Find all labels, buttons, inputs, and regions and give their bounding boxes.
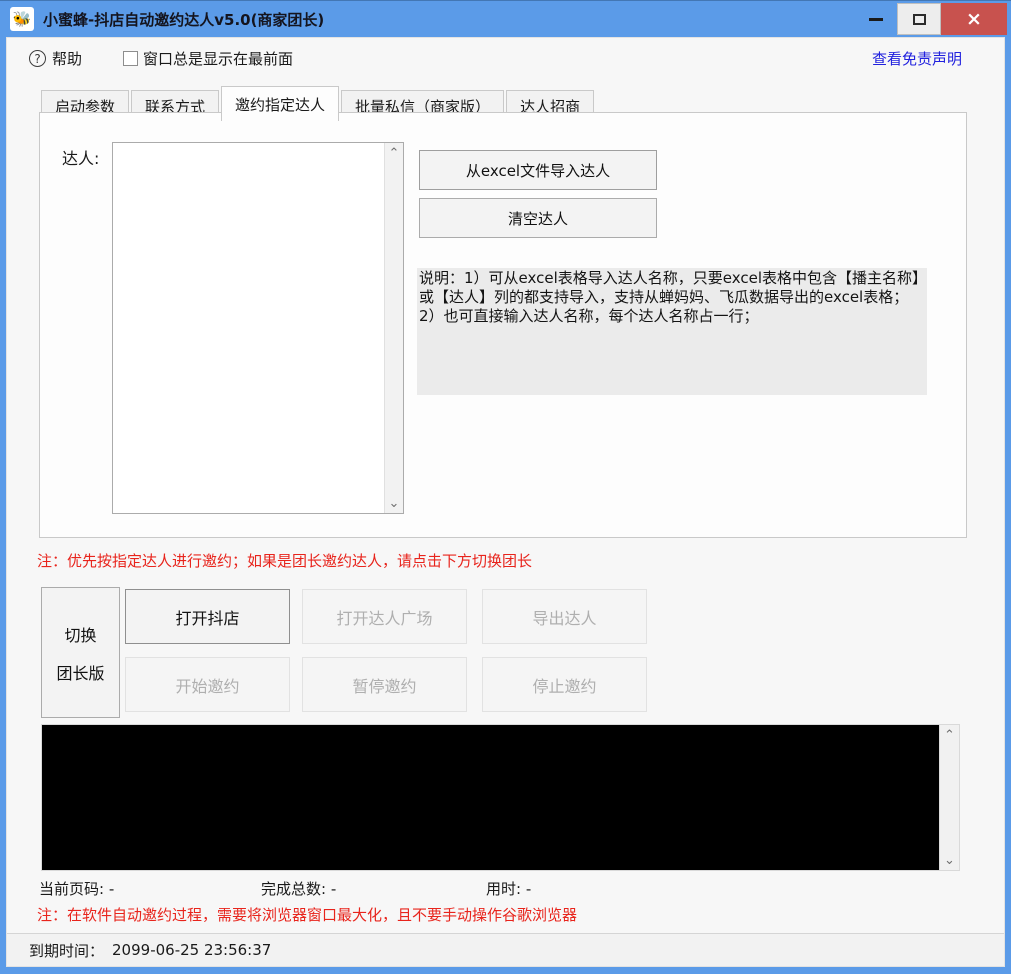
import-excel-button[interactable]: 从excel文件导入达人: [419, 150, 657, 190]
help-icon: ?: [29, 50, 46, 67]
elapsed-value: -: [526, 880, 531, 898]
open-douyin-shop-button[interactable]: 打开抖店: [125, 589, 290, 644]
clear-daren-button[interactable]: 清空达人: [419, 198, 657, 238]
scroll-up-icon[interactable]: ⌃: [385, 144, 403, 162]
always-on-top-option[interactable]: 窗口总是显示在最前面: [123, 48, 293, 69]
browser-notice: 注：在软件自动邀约过程，需要将浏览器窗口最大化，且不要手动操作谷歌浏览器: [37, 904, 577, 925]
window-title: 小蜜蜂-抖店自动邀约达人v5.0(商家团长): [43, 9, 324, 30]
client-area: ? 帮助 窗口总是显示在最前面 查看免责声明 启动参数 联系方式 邀约指定达人 …: [6, 37, 1005, 967]
scroll-down-icon[interactable]: ⌄: [940, 851, 959, 869]
window-controls: ×: [855, 1, 1011, 37]
stop-invite-button[interactable]: 停止邀约: [482, 657, 647, 712]
daren-scrollbar[interactable]: ⌃ ⌄: [384, 143, 403, 513]
current-page-status: 当前页码: -: [39, 878, 114, 899]
always-on-top-checkbox[interactable]: [123, 51, 138, 66]
close-icon: ×: [966, 8, 982, 30]
total-done-value: -: [331, 880, 336, 898]
priority-notice: 注：优先按指定达人进行邀约；如果是团长邀约达人，请点击下方切换团长: [37, 550, 532, 571]
scroll-up-icon[interactable]: ⌃: [940, 726, 959, 744]
open-daren-plaza-button[interactable]: 打开达人广场: [302, 589, 467, 644]
current-page-value: -: [109, 880, 114, 898]
help-row: ? 帮助 窗口总是显示在最前面 查看免责声明: [7, 48, 1004, 72]
switch-label-line2: 团长版: [56, 660, 104, 684]
invite-tab-panel: 达人: ⌃ ⌄ 从excel文件导入达人 清空达人 说明：1）可从excel表格…: [39, 112, 967, 538]
disclaimer-link[interactable]: 查看免责声明: [872, 48, 962, 69]
current-page-label: 当前页码:: [39, 880, 109, 898]
tab-invite-specified-daren[interactable]: 邀约指定达人: [221, 86, 339, 121]
close-button[interactable]: ×: [941, 3, 1007, 35]
maximize-icon: [913, 14, 926, 25]
start-invite-button[interactable]: 开始邀约: [125, 657, 290, 712]
switch-leader-version-button[interactable]: 切换 团长版: [41, 587, 120, 718]
help-button[interactable]: ? 帮助: [29, 48, 82, 69]
daren-label: 达人:: [62, 145, 99, 169]
minimize-icon: [869, 18, 883, 21]
daren-input[interactable]: [113, 143, 385, 513]
expire-time-value: 2099-06-25 23:56:37: [112, 941, 271, 959]
daren-listbox: ⌃ ⌄: [112, 142, 404, 514]
log-content: [42, 725, 939, 870]
maximize-button[interactable]: [897, 3, 941, 35]
app-window: 🐝 小蜜蜂-抖店自动邀约达人v5.0(商家团长) × ? 帮助 窗口总是显示在最…: [0, 0, 1011, 974]
instructions-text: 说明：1）可从excel表格导入达人名称，只要excel表格中包含【播主名称】或…: [417, 268, 927, 395]
elapsed-status: 用时: -: [486, 878, 531, 899]
export-daren-button[interactable]: 导出达人: [482, 589, 647, 644]
scroll-down-icon[interactable]: ⌄: [385, 494, 403, 512]
pause-invite-button[interactable]: 暂停邀约: [302, 657, 467, 712]
elapsed-label: 用时:: [486, 880, 526, 898]
status-bar: 到期时间： 2099-06-25 23:56:37: [7, 933, 1004, 966]
total-done-status: 完成总数: -: [261, 878, 336, 899]
expire-time-label: 到期时间：: [29, 940, 104, 961]
always-on-top-label: 窗口总是显示在最前面: [143, 48, 293, 69]
help-label: 帮助: [52, 48, 82, 69]
switch-label-line1: 切换: [64, 622, 96, 646]
log-area: ⌃ ⌄: [41, 724, 960, 871]
log-scrollbar[interactable]: ⌃ ⌄: [939, 725, 959, 870]
bee-logo-icon: 🐝: [10, 7, 34, 31]
title-bar[interactable]: 🐝 小蜜蜂-抖店自动邀约达人v5.0(商家团长) ×: [0, 1, 1011, 37]
total-done-label: 完成总数:: [261, 880, 331, 898]
minimize-button[interactable]: [855, 4, 897, 34]
